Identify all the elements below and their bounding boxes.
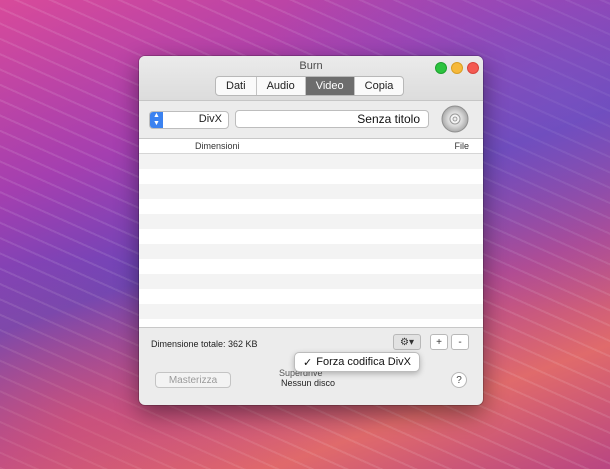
total-size-label: Dimensione totale: 362 KB: [151, 339, 258, 349]
file-table[interactable]: File Dimensioni: [139, 138, 483, 328]
table-rows: [139, 154, 483, 327]
table-row: [139, 319, 483, 327]
column-header-file[interactable]: File: [454, 141, 469, 151]
help-button[interactable]: ?: [451, 372, 467, 388]
burn-window: Burn Dati Audio Video Copia ▲ ▼ DivX Senz…: [139, 56, 483, 405]
title-bar: Burn Dati Audio Video Copia: [139, 56, 483, 101]
zoom-button[interactable]: [435, 62, 447, 74]
column-header-size[interactable]: Dimensioni: [195, 141, 240, 151]
tab-audio[interactable]: Audio: [255, 77, 305, 95]
table-row: [139, 169, 483, 184]
table-row: [139, 244, 483, 259]
burn-button[interactable]: Masterizza: [155, 372, 231, 388]
disc-title-field[interactable]: Senza titolo: [235, 110, 429, 128]
disc-icon: [441, 105, 469, 133]
tab-bar: Dati Audio Video Copia: [215, 76, 405, 96]
table-row: [139, 229, 483, 244]
tab-copia[interactable]: Copia: [353, 77, 404, 95]
table-row: [139, 154, 483, 169]
add-file-button[interactable]: +: [430, 334, 448, 350]
format-select-value: DivX: [198, 113, 222, 125]
format-select[interactable]: ▲ ▼ DivX: [149, 111, 229, 129]
checkmark-icon: ✓: [303, 357, 313, 369]
minimize-button[interactable]: [451, 62, 463, 74]
table-row: [139, 259, 483, 274]
tab-dati[interactable]: Dati: [216, 77, 256, 95]
disc-status-label: Nessun disco: [281, 378, 336, 388]
table-row: [139, 274, 483, 289]
tab-video[interactable]: Video: [304, 77, 354, 95]
menu-item-force-divx[interactable]: Forza codifica DivX: [316, 356, 411, 368]
table-header: File Dimensioni: [139, 139, 483, 154]
table-row: [139, 214, 483, 229]
table-row: [139, 199, 483, 214]
close-button[interactable]: [467, 62, 479, 74]
table-row: [139, 184, 483, 199]
select-arrows-icon: ▲ ▼: [150, 112, 163, 128]
window-title: Burn: [299, 60, 323, 72]
gear-menu-button[interactable]: ⚙▾: [393, 334, 421, 350]
table-row: [139, 304, 483, 319]
table-row: [139, 289, 483, 304]
disc-settings-row: ▲ ▼ DivX Senza titolo: [139, 102, 483, 138]
remove-file-button[interactable]: -: [451, 334, 469, 350]
gear-dropdown-menu: ✓ Forza codifica DivX: [294, 352, 420, 372]
